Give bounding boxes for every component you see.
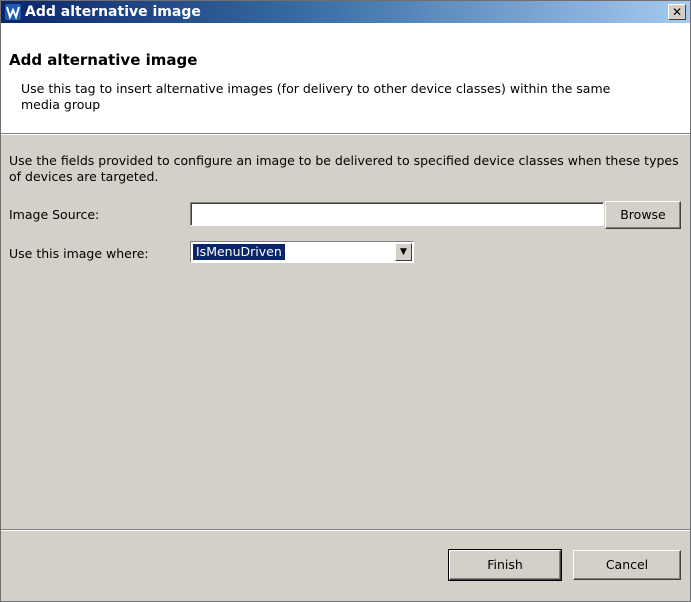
browse-button[interactable]: Browse: [605, 201, 681, 229]
finish-button-label: Finish: [487, 557, 523, 572]
window-title: Add alternative image: [25, 4, 201, 20]
close-icon: ✕: [671, 5, 683, 19]
image-source-input[interactable]: [190, 202, 604, 226]
banner-description: Use this tag to insert alternative image…: [21, 81, 611, 112]
use-where-dropdown[interactable]: IsMenuDriven ▼: [190, 241, 414, 263]
chevron-down-icon[interactable]: ▼: [395, 243, 412, 261]
use-where-label: Use this image where:: [9, 246, 149, 261]
finish-button[interactable]: Finish: [448, 549, 562, 581]
banner-title: Add alternative image: [9, 51, 198, 69]
form-intro-text: Use the fields provided to configure an …: [9, 153, 679, 184]
footer-divider-highlight: [1, 530, 690, 531]
wizard-banner: Add alternative image Use this tag to in…: [1, 23, 690, 134]
banner-divider: [1, 134, 690, 135]
app-logo-icon: [5, 4, 21, 20]
use-where-selected-value: IsMenuDriven: [193, 244, 285, 260]
cancel-button[interactable]: Cancel: [573, 550, 681, 580]
close-button[interactable]: ✕: [668, 4, 686, 20]
dialog-window: Add alternative image ✕ Add alternative …: [0, 0, 691, 602]
title-bar[interactable]: Add alternative image ✕: [1, 1, 690, 23]
cancel-button-label: Cancel: [605, 557, 649, 572]
image-source-label: Image Source:: [9, 207, 100, 222]
